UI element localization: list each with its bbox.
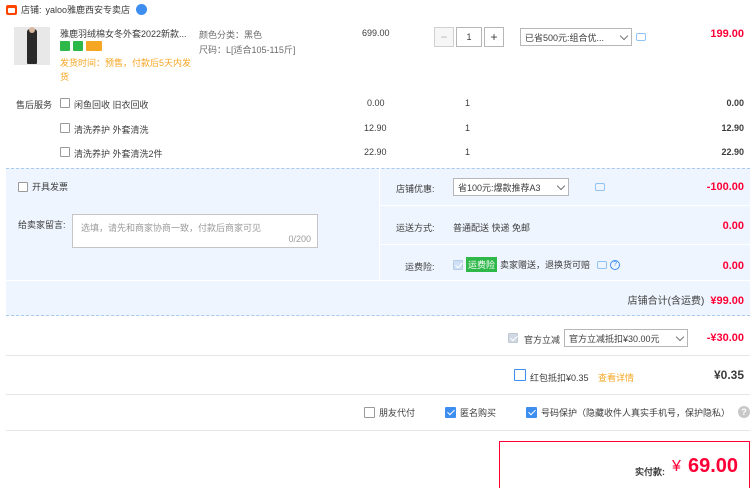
- message-placeholder: 选填，请先和商家协商一致，付款后商家可见: [81, 223, 262, 233]
- insurance-info: 运费险 卖家赠送，退换货可赔 ?: [453, 257, 621, 272]
- insurance-amount: 0.00: [722, 260, 744, 272]
- privacy-label: 号码保护（隐藏收件人真实手机号，保护隐私）: [541, 408, 731, 418]
- panel-divider: [379, 168, 380, 280]
- privacy-checkbox[interactable]: [526, 407, 537, 418]
- red-packet-amount: ¥0.35: [713, 368, 744, 382]
- platform-discount-select[interactable]: 官方立减抵扣¥30.00元: [564, 329, 688, 347]
- service-qty: 1: [465, 147, 471, 157]
- unit-price: 699.00: [362, 28, 390, 38]
- decrease-button[interactable]: −: [434, 27, 454, 47]
- service-label: 售后服务: [16, 100, 53, 110]
- anonymous-checkbox[interactable]: [445, 407, 456, 418]
- insurance-text: 卖家赠送，退换货可赔: [500, 260, 591, 270]
- anonymous-option[interactable]: 匿名购买: [445, 406, 496, 419]
- quantity-stepper[interactable]: − 1 +: [434, 27, 504, 47]
- service-qty: 1: [465, 98, 471, 108]
- service-row: 闲鱼回收 旧衣回收 0.00 1 0.00: [60, 96, 750, 112]
- shop-name-link[interactable]: yaloo雅鹿西安专卖店: [46, 3, 131, 16]
- sku-size: 尺码：L[适合105-115斤]: [199, 45, 296, 55]
- item-subtotal: 199.00: [710, 28, 744, 40]
- item-promo-select[interactable]: 已省500元:组合优...: [520, 28, 632, 46]
- red-packet-details-link[interactable]: 查看详情: [598, 371, 634, 384]
- service-qty: 1: [465, 123, 471, 133]
- panel-row-divider: [6, 280, 750, 281]
- shop-label: 店铺:: [21, 5, 42, 15]
- help-icon[interactable]: ?: [738, 406, 750, 418]
- product-image[interactable]: [14, 27, 50, 65]
- payable-amount: 69.00: [688, 455, 739, 477]
- panel-row-divider: [380, 244, 750, 245]
- shop-discount-select[interactable]: 省100元:爆款推荐A3: [453, 178, 569, 196]
- credit-card-badge-icon: [86, 41, 102, 51]
- delivery-amount: 0.00: [722, 220, 744, 232]
- delivery-method: 普通配送 快递 免邮: [453, 223, 531, 233]
- friend-pay-label: 朋友代付: [379, 408, 416, 418]
- service-name: 清洗养护 外套清洗: [74, 125, 149, 135]
- wangwang-chat-icon[interactable]: [136, 4, 148, 15]
- payable-currency: ¥: [672, 458, 681, 475]
- invoice-option[interactable]: 开具发票: [18, 180, 68, 193]
- message-label: 给卖家留言:: [18, 220, 66, 230]
- friend-pay-checkbox[interactable]: [364, 407, 375, 418]
- red-packet-checkbox[interactable]: [514, 369, 526, 381]
- service-row: 清洗养护 外套清洗2件 22.90 1 22.90: [60, 145, 750, 161]
- service-price: 0.00: [367, 98, 385, 108]
- service-price: 22.90: [364, 147, 387, 157]
- promo-comment-icon[interactable]: [636, 33, 646, 41]
- platform-discount-checkbox: [508, 333, 518, 343]
- anonymous-label: 匿名购买: [460, 408, 497, 418]
- insurance-comment-icon[interactable]: [597, 260, 608, 269]
- message-counter: 0/200: [288, 234, 311, 244]
- guarantee-badge-icon: [73, 41, 83, 51]
- red-packet-row: 红包抵扣¥0.35 查看详情 ¥0.35: [6, 357, 750, 395]
- seven-day-return-badge-icon: [60, 41, 70, 51]
- product-badges: [60, 41, 102, 51]
- friend-pay-option[interactable]: 朋友代付: [364, 406, 415, 419]
- platform-discount-row: 官方立减 官方立减抵扣¥30.00元 -¥30.00: [6, 318, 750, 356]
- shop-total-label: 店铺合计(含运费): [627, 296, 705, 307]
- service-checkbox[interactable]: [60, 98, 70, 108]
- service-name: 清洗养护 外套清洗2件: [74, 149, 163, 159]
- service-total: 0.00: [726, 98, 744, 108]
- service-total: 12.90: [721, 123, 744, 133]
- shop-total-amount: ¥99.00: [710, 295, 744, 307]
- platform-discount-amount: -¥30.00: [706, 332, 744, 344]
- invoice-checkbox[interactable]: [18, 181, 28, 192]
- service-total: 22.90: [721, 147, 744, 157]
- delivery-label: 运送方式:: [396, 223, 435, 233]
- quantity-input[interactable]: 1: [456, 27, 482, 47]
- shop-discount-label: 店铺优惠:: [396, 184, 435, 194]
- service-checkbox[interactable]: [60, 123, 70, 133]
- payable-box: 实付款: ¥ 69.00: [499, 441, 750, 488]
- shop-total: 店铺合计(含运费) ¥99.00: [560, 292, 744, 307]
- insurance-badge: 运费险: [466, 257, 498, 272]
- invoice-label: 开具发票: [32, 182, 69, 192]
- insurance-checkbox: [453, 259, 463, 270]
- shop-header: 店铺: yaloo雅鹿西安专卖店: [6, 3, 148, 16]
- platform-discount-label: 官方立减: [524, 335, 561, 345]
- options-divider: [6, 430, 750, 431]
- privacy-option[interactable]: 号码保护（隐藏收件人真实手机号，保护隐私）: [526, 406, 730, 419]
- increase-button[interactable]: +: [484, 27, 504, 47]
- message-textarea[interactable]: 选填，请先和商家协商一致，付款后商家可见 0/200: [72, 214, 318, 248]
- shop-icon: [6, 4, 17, 15]
- insurance-label: 运费险:: [405, 262, 435, 272]
- shipping-note: 发货时间：预售，付款后5天内发货: [60, 58, 192, 82]
- panel-row-divider: [380, 205, 750, 206]
- service-checkbox[interactable]: [60, 147, 70, 157]
- service-row: 清洗养护 外套清洗 12.90 1 12.90: [60, 121, 750, 137]
- service-price: 12.90: [364, 123, 387, 133]
- product-title[interactable]: 雅鹿羽绒棉女冬外套2022新款...: [60, 27, 195, 40]
- service-name: 闲鱼回收 旧衣回收: [74, 100, 149, 110]
- payable-label: 实付款:: [635, 467, 665, 477]
- red-packet-label: 红包抵扣¥0.35: [530, 373, 589, 383]
- insurance-help-icon[interactable]: ?: [610, 259, 621, 270]
- discount-comment-icon[interactable]: [594, 183, 605, 191]
- shop-discount-amount: -100.00: [706, 181, 744, 193]
- sku-color: 颜色分类：黑色: [199, 30, 263, 40]
